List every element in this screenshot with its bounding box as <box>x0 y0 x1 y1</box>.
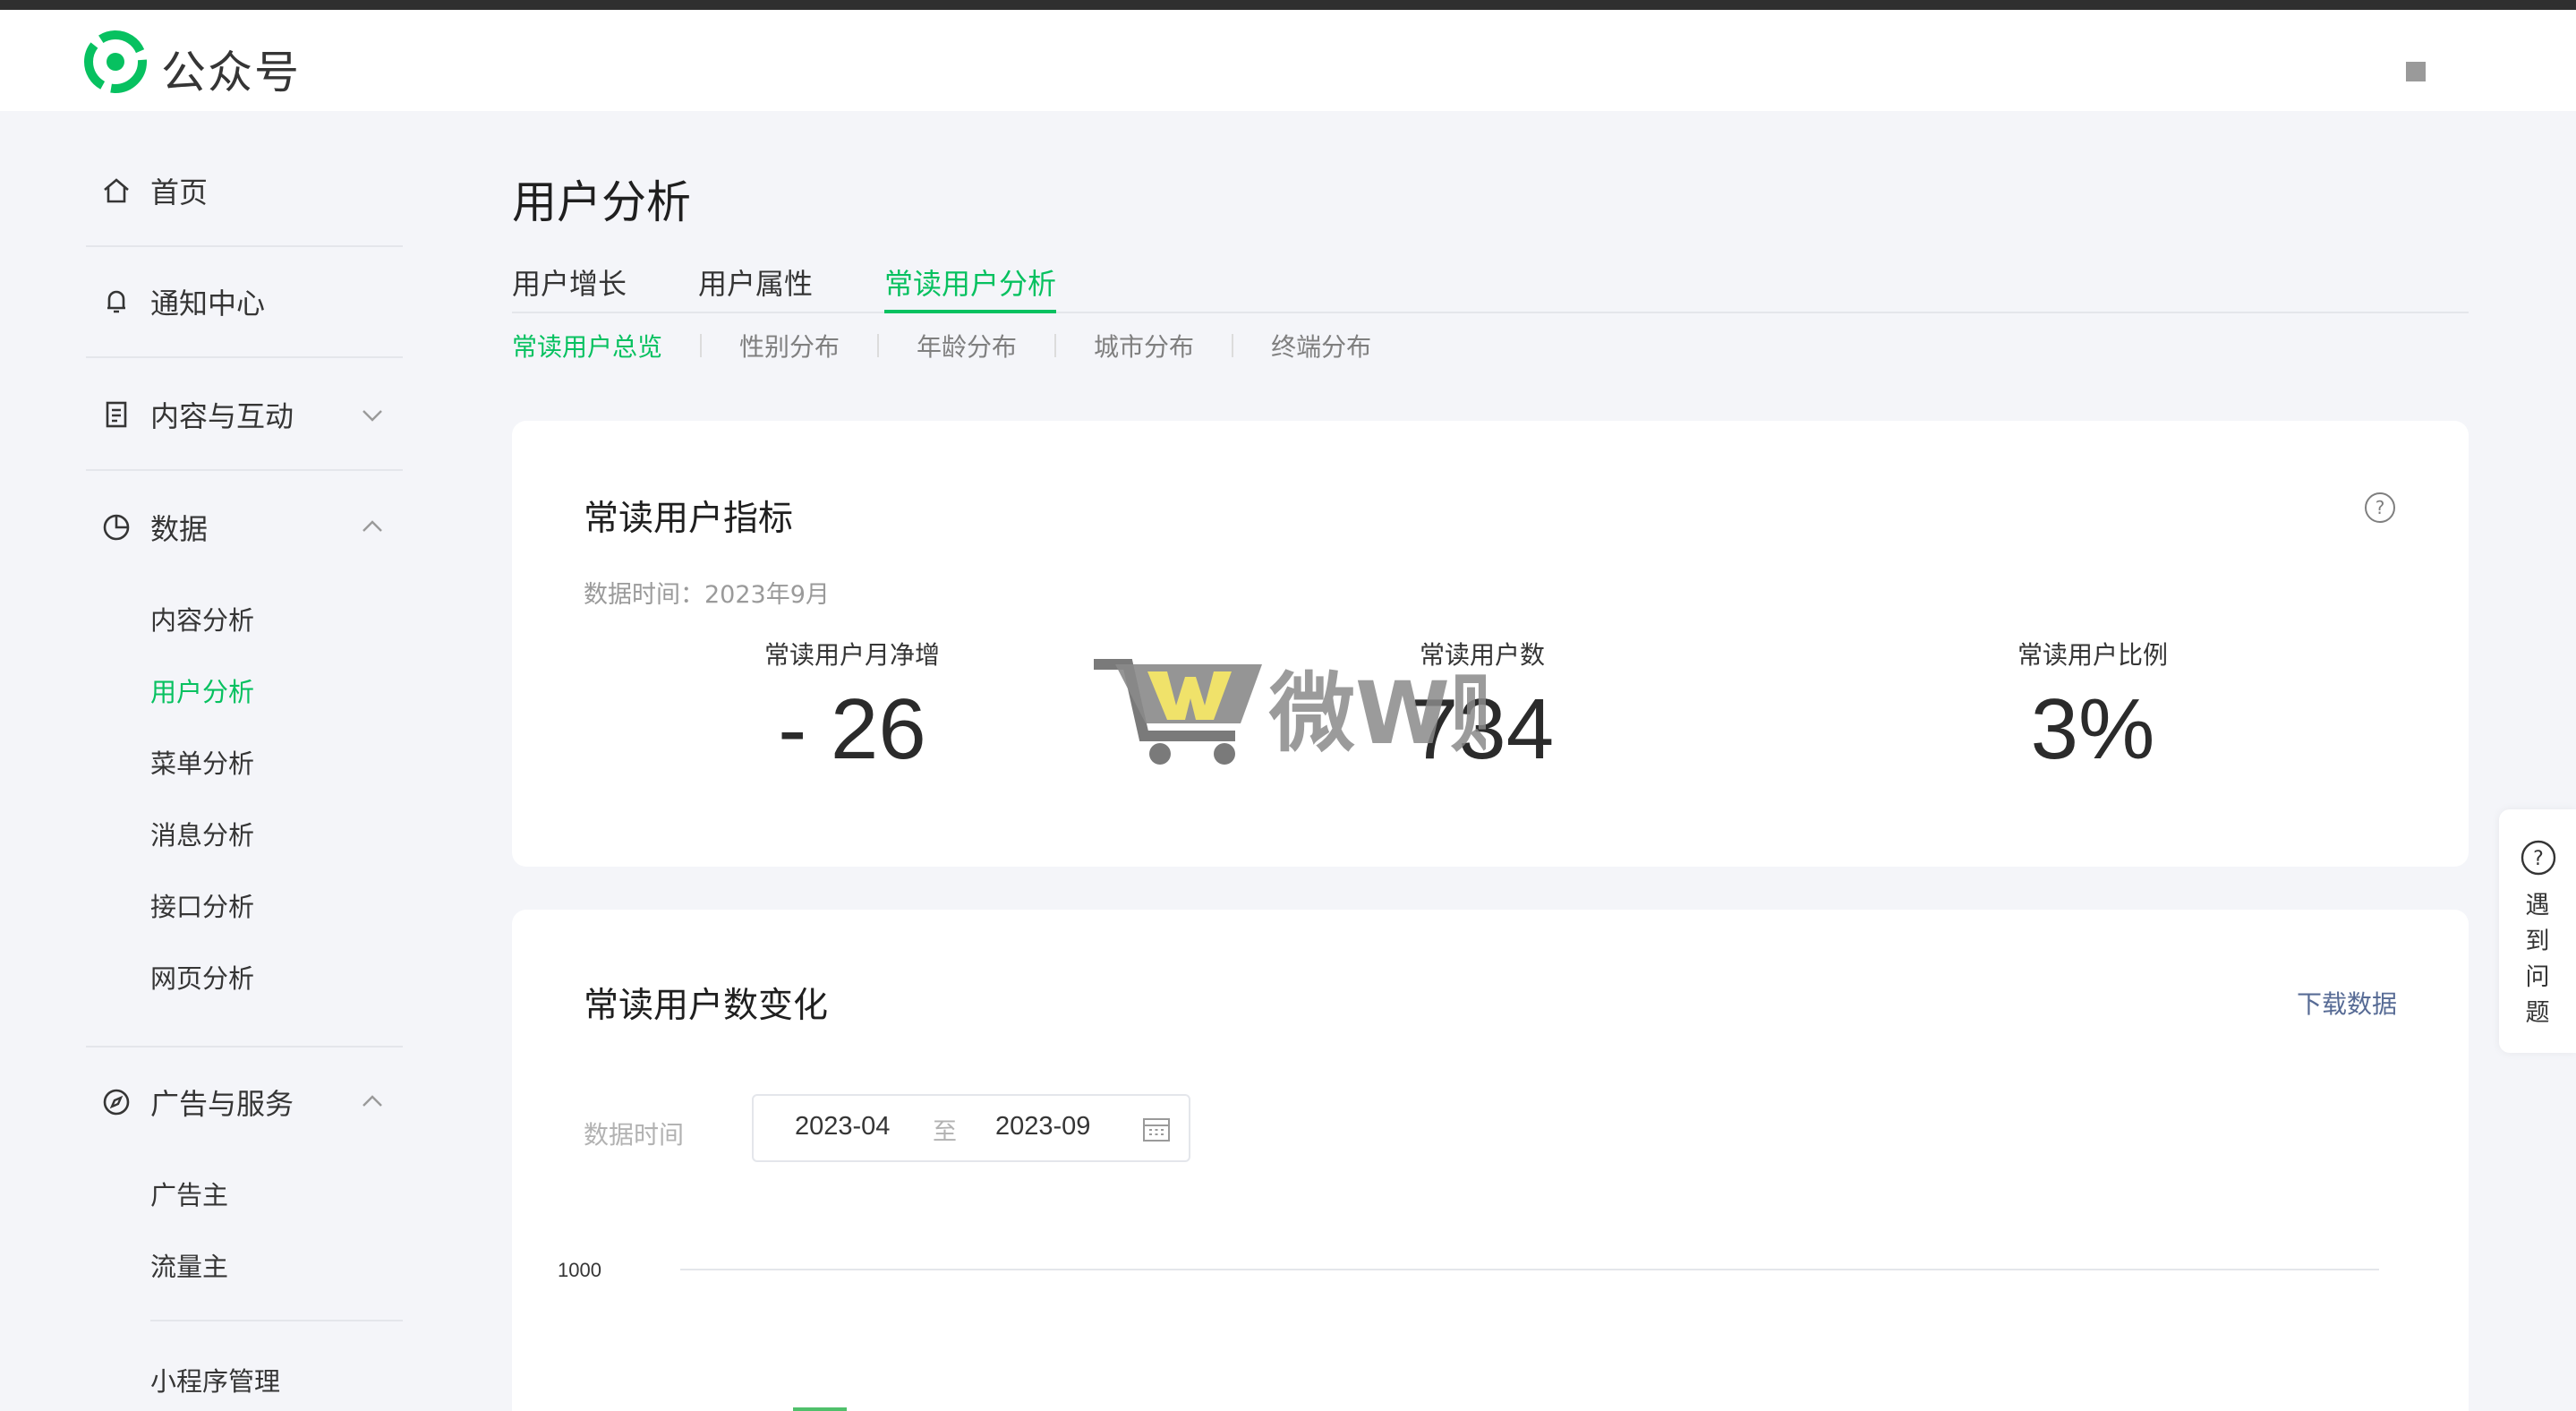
card-title: 常读用户数变化 <box>584 986 829 1026</box>
sidebar: 首页 通知中心 内容与互动 数据 内容分析 用户分析 菜单分析 消息分析 接口分… <box>0 111 421 1411</box>
watermark-logo: 微W购 <box>1094 659 1486 765</box>
divider <box>700 334 703 357</box>
help-text: 遇到问题 <box>2499 888 2576 1031</box>
date-range-picker[interactable]: 2023-04 至 2023-09 <box>752 1094 1190 1162</box>
chevron-up-icon[interactable] <box>360 514 385 539</box>
y-tick-label: 1000 <box>558 1259 601 1281</box>
top-header: 公众号 <box>0 10 2576 111</box>
sidebar-subitem-content-analysis[interactable]: 内容分析 <box>150 600 254 637</box>
sidebar-item-ads[interactable]: 广告与服务 <box>100 1082 294 1123</box>
metric-label: 常读用户比例 <box>2017 640 2168 670</box>
tab-user-attributes[interactable]: 用户属性 <box>698 261 813 313</box>
help-circle-icon[interactable]: ? <box>2363 491 2397 525</box>
question-circle-icon: ? <box>2521 840 2556 876</box>
sidebar-item-label: 通知中心 <box>150 286 266 321</box>
home-icon <box>100 175 132 207</box>
svg-text:?: ? <box>2376 497 2385 518</box>
subtab-age[interactable]: 年龄分布 <box>917 328 1017 363</box>
sidebar-item-content[interactable]: 内容与互动 <box>100 394 294 435</box>
chevron-up-icon[interactable] <box>360 1089 385 1114</box>
sidebar-item-label: 数据 <box>150 512 209 546</box>
data-time-label: 数据时间：2023年9月 <box>584 581 830 609</box>
metric-value: 3% <box>2030 681 2155 777</box>
watermark-text: 微W购 <box>1268 663 1486 764</box>
top-edge-bar <box>0 0 2576 10</box>
subtab-overview[interactable]: 常读用户总览 <box>512 328 662 363</box>
reader-trend-chart: 1000 <box>558 1259 2379 1411</box>
sidebar-subitem-menu-analysis[interactable]: 菜单分析 <box>150 743 254 781</box>
bar[interactable] <box>793 1407 847 1411</box>
sidebar-item-label: 首页 <box>150 175 209 210</box>
range-label: 数据时间 <box>584 1120 685 1150</box>
divider <box>86 1046 403 1048</box>
divider <box>1232 334 1234 357</box>
metric-value: - 26 <box>778 681 926 777</box>
page-title: 用户分析 <box>512 176 691 228</box>
sidebar-item-label: 广告与服务 <box>150 1087 294 1121</box>
sidebar-subitem-miniprogram[interactable]: 小程序管理 <box>150 1361 280 1398</box>
range-start-input[interactable]: 2023-04 <box>795 1112 890 1142</box>
sidebar-subitem-user-analysis[interactable]: 用户分析 <box>150 671 254 709</box>
range-separator: 至 <box>933 1118 957 1146</box>
card-title: 常读用户指标 <box>584 499 794 539</box>
help-char: 到 <box>2525 928 2550 955</box>
metric-net-growth: 常读用户月净增 - 26 <box>655 636 1049 779</box>
chevron-down-icon[interactable] <box>360 403 385 428</box>
subtab-city[interactable]: 城市分布 <box>1094 328 1194 363</box>
bell-icon <box>100 286 132 318</box>
sidebar-item-home[interactable]: 首页 <box>100 170 208 211</box>
svg-text:?: ? <box>2533 848 2544 870</box>
sidebar-item-notifications[interactable]: 通知中心 <box>100 281 265 322</box>
divider <box>1054 334 1057 357</box>
metric-label: 常读用户月净增 <box>763 640 940 670</box>
download-data-link[interactable]: 下载数据 <box>2297 985 2397 1021</box>
account-avatar[interactable] <box>2406 62 2426 81</box>
subtab-gender[interactable]: 性别分布 <box>739 328 840 363</box>
tab-user-growth[interactable]: 用户增长 <box>512 261 627 313</box>
help-char: 题 <box>2525 999 2550 1027</box>
calendar-icon[interactable] <box>1142 1116 1171 1142</box>
help-char: 问 <box>2525 963 2550 991</box>
help-char: 遇 <box>2525 892 2550 919</box>
floating-help-button[interactable]: ? 遇到问题 <box>2499 809 2576 1053</box>
divider <box>877 334 880 357</box>
sidebar-subitem-advertiser[interactable]: 广告主 <box>150 1175 228 1212</box>
subtab-device[interactable]: 终端分布 <box>1271 328 1371 363</box>
primary-tabs: 用户增长 用户属性 常读用户分析 <box>512 261 2469 313</box>
divider <box>86 356 403 358</box>
tab-frequent-reader-analysis[interactable]: 常读用户分析 <box>884 261 1057 313</box>
wechat-official-logo-icon[interactable] <box>84 30 147 93</box>
sidebar-subitem-api-analysis[interactable]: 接口分析 <box>150 886 254 924</box>
metrics-card: 常读用户指标 ? 数据时间：2023年9月 常读用户月净增 - 26 常读用户数… <box>512 421 2469 867</box>
brand-name[interactable]: 公众号 <box>161 37 301 101</box>
sidebar-subitem-web-analysis[interactable]: 网页分析 <box>150 958 254 996</box>
range-end-input[interactable]: 2023-09 <box>995 1112 1090 1142</box>
divider <box>86 245 403 247</box>
divider <box>150 1320 403 1321</box>
compass-icon <box>100 1086 132 1118</box>
metric-reader-ratio: 常读用户比例 3% <box>1896 636 2290 779</box>
sidebar-subitem-publisher[interactable]: 流量主 <box>150 1246 228 1284</box>
divider <box>86 469 403 471</box>
sidebar-item-data[interactable]: 数据 <box>100 507 208 548</box>
sidebar-item-label: 内容与互动 <box>150 399 294 433</box>
secondary-tabs: 常读用户总览 性别分布 年龄分布 城市分布 终端分布 <box>512 328 1371 363</box>
sidebar-subitem-message-analysis[interactable]: 消息分析 <box>150 815 254 852</box>
pie-chart-icon <box>100 511 132 543</box>
trend-card: 常读用户数变化 下载数据 数据时间 2023-04 至 2023-09 1000 <box>512 910 2469 1411</box>
document-icon <box>100 398 132 431</box>
